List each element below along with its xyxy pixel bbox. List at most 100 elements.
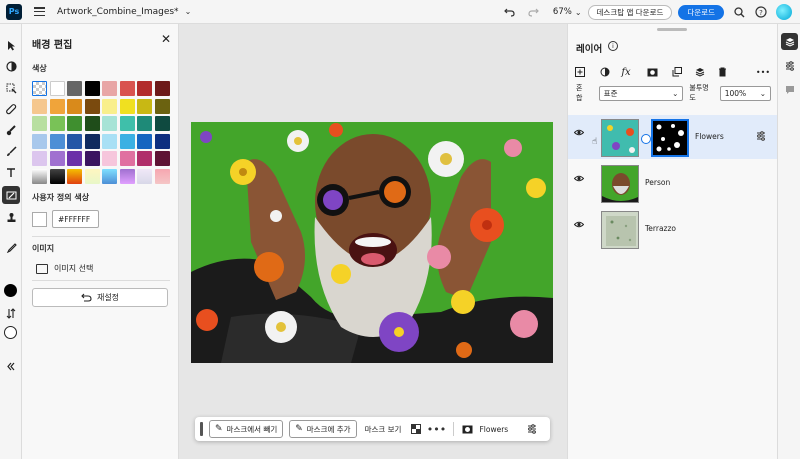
color-swatch[interactable] — [154, 81, 170, 96]
adjustment-layer-icon[interactable] — [597, 64, 613, 80]
color-swatch[interactable] — [154, 133, 170, 149]
visibility-eye-icon[interactable] — [573, 221, 585, 231]
color-swatch[interactable] — [67, 168, 82, 184]
layer-row-flowers[interactable]: ☝ Flowers — [568, 115, 777, 159]
color-swatch[interactable] — [137, 168, 152, 184]
color-swatch[interactable] — [154, 168, 170, 184]
canvas-area[interactable]: ✎ 마스크에서 빼기 ✎ 마스크에 추가 마스크 보기 ••• Flowers — [179, 24, 567, 459]
color-swatch[interactable] — [32, 151, 47, 166]
search-icon[interactable] — [730, 3, 748, 21]
add-mask-icon[interactable] — [644, 64, 660, 80]
user-avatar[interactable] — [776, 4, 792, 20]
download-button[interactable]: 다운로드 — [678, 4, 724, 20]
clone-stamp-icon[interactable] — [2, 208, 20, 226]
quick-select-icon[interactable] — [2, 79, 20, 97]
zoom-chevron-icon[interactable]: ⌄ — [575, 8, 582, 17]
properties-icon[interactable] — [781, 57, 798, 74]
desktop-app-download-button[interactable]: 데스크탑 앱 다운로드 — [587, 4, 673, 20]
image-select-button[interactable]: 이미지 선택 — [36, 263, 93, 274]
clip-layer-icon[interactable] — [669, 64, 685, 80]
color-swatch[interactable] — [84, 81, 100, 96]
more-icon[interactable]: ••• — [427, 420, 446, 438]
foreground-color-swatch[interactable] — [4, 284, 17, 297]
swap-colors-icon[interactable] — [2, 304, 20, 322]
color-swatch[interactable] — [84, 151, 100, 166]
stack-layers-icon[interactable] — [692, 64, 708, 80]
color-swatch[interactable] — [32, 168, 47, 184]
bg-edit-icon[interactable] — [2, 186, 20, 204]
color-swatch[interactable] — [102, 81, 117, 96]
color-swatch[interactable] — [137, 98, 152, 114]
document-title[interactable]: Artwork_Combine_Images* — [57, 7, 179, 17]
color-swatch[interactable] — [119, 81, 135, 96]
color-swatch[interactable] — [137, 133, 152, 149]
view-mask-button[interactable]: 마스크 보기 — [365, 424, 402, 435]
color-swatch[interactable] — [84, 168, 100, 184]
color-swatch[interactable] — [67, 116, 82, 131]
color-swatch[interactable] — [84, 133, 100, 149]
color-swatch[interactable] — [102, 116, 117, 131]
reset-button[interactable]: 재설정 — [32, 288, 168, 307]
color-swatch[interactable] — [102, 151, 117, 166]
add-to-mask-button[interactable]: ✎ 마스크에 추가 — [289, 420, 357, 438]
color-swatch[interactable] — [67, 151, 82, 166]
mask-thumbnail[interactable] — [651, 119, 689, 157]
info-icon[interactable]: i — [608, 41, 618, 51]
comments-icon[interactable] — [781, 81, 798, 98]
layer-row-person[interactable]: Person — [568, 161, 777, 205]
visibility-eye-icon[interactable] — [573, 175, 585, 185]
brush-color-icon[interactable] — [2, 121, 20, 139]
color-swatch[interactable] — [154, 116, 170, 131]
add-layer-icon[interactable] — [572, 64, 588, 80]
background-color-swatch[interactable] — [4, 326, 17, 339]
color-swatch[interactable] — [119, 116, 135, 131]
undo-icon[interactable] — [501, 3, 519, 21]
heal-icon[interactable] — [2, 100, 20, 118]
color-swatch[interactable] — [102, 133, 117, 149]
color-swatch[interactable] — [119, 151, 135, 166]
opacity-input[interactable]: 100% ⌄ — [719, 85, 771, 101]
custom-color-swatch[interactable] — [32, 211, 47, 227]
color-swatch[interactable] — [67, 98, 82, 114]
color-swatch[interactable] — [102, 98, 117, 114]
color-swatch[interactable] — [137, 81, 152, 96]
layer-row-terrazzo[interactable]: Terrazzo — [568, 207, 777, 251]
brush-icon[interactable] — [2, 142, 20, 160]
color-swatch[interactable] — [119, 98, 135, 114]
close-icon[interactable]: ✕ — [161, 32, 171, 46]
color-swatch[interactable] — [67, 133, 82, 149]
color-swatch[interactable] — [84, 98, 100, 114]
fx-icon[interactable]: fx — [618, 64, 634, 80]
menu-icon[interactable] — [34, 7, 45, 16]
text-icon[interactable] — [2, 164, 20, 182]
adjust-icon[interactable] — [2, 57, 20, 75]
select-arrow-icon[interactable] — [2, 36, 20, 54]
help-icon[interactable]: ? — [752, 3, 770, 21]
delete-icon[interactable] — [714, 64, 730, 80]
color-swatch[interactable] — [119, 133, 135, 149]
color-swatch[interactable] — [32, 98, 47, 114]
redo-icon[interactable] — [525, 3, 543, 21]
color-swatch[interactable] — [49, 151, 65, 166]
drag-grip[interactable] — [200, 422, 203, 436]
more-options-icon[interactable]: ••• — [755, 64, 771, 80]
color-swatch[interactable] — [49, 116, 65, 131]
eyedropper-icon[interactable] — [2, 238, 20, 256]
color-swatch[interactable] — [32, 133, 47, 149]
color-swatch[interactable] — [154, 151, 170, 166]
color-swatch[interactable] — [102, 168, 117, 184]
link-icon[interactable] — [641, 134, 651, 144]
mask-settings-icon[interactable] — [523, 420, 541, 438]
panel-drag-handle[interactable] — [657, 28, 687, 31]
color-swatch[interactable] — [137, 151, 152, 166]
chevron-down-icon[interactable]: ⌄ — [185, 7, 192, 16]
color-swatch[interactable] — [49, 133, 65, 149]
color-swatch[interactable] — [32, 116, 47, 131]
color-swatch[interactable] — [49, 168, 65, 184]
hex-color-input[interactable]: #FFFFFF — [52, 210, 99, 228]
color-swatch[interactable] — [49, 81, 65, 96]
zoom-level[interactable]: 67% — [553, 7, 572, 17]
subtract-from-mask-button[interactable]: ✎ 마스크에서 빼기 — [209, 420, 284, 438]
invert-mask-icon[interactable] — [407, 420, 425, 438]
collapse-icon[interactable] — [2, 357, 20, 375]
